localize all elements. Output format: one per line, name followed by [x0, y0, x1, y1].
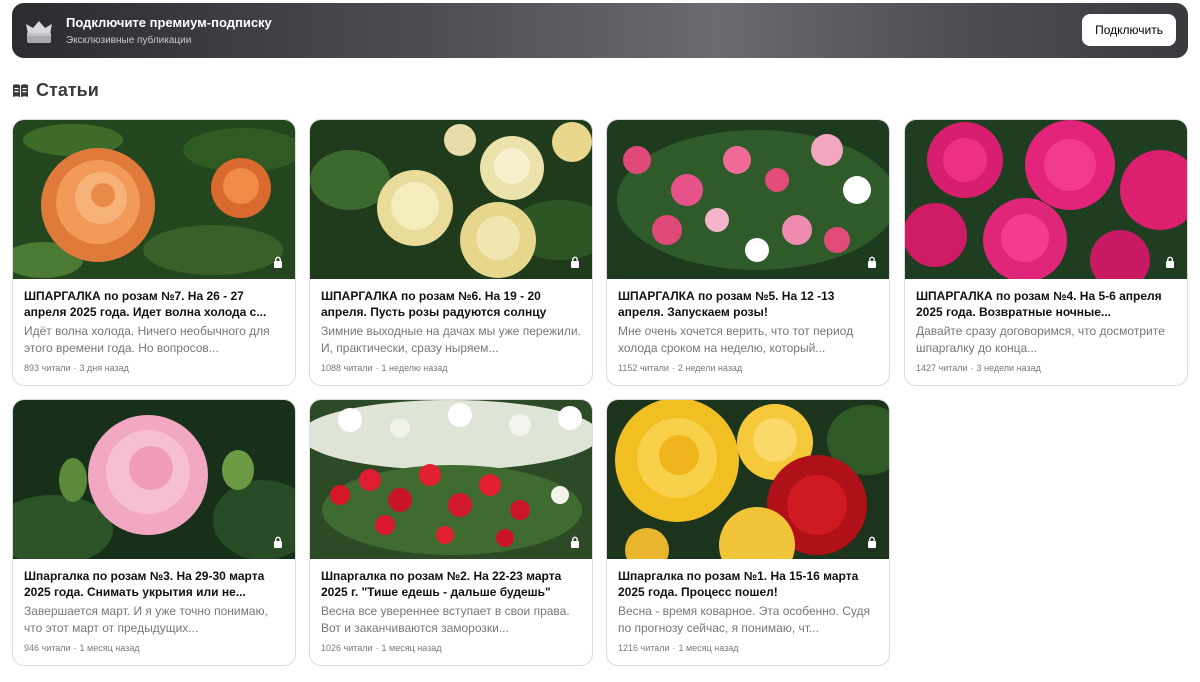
articles-icon [13, 84, 28, 97]
publish-age: 1 неделю назад [381, 363, 448, 373]
article-description: Зимние выходные на дачах мы уже пережили… [321, 324, 581, 355]
article-thumbnail[interactable] [13, 400, 295, 559]
article-description: Весна - время коварное. Эта особенно. Су… [618, 604, 870, 635]
article-meta: 1216 читали · 1 месяц назад [618, 643, 739, 653]
banner-subtitle: Эксклюзивные публикации [66, 35, 192, 46]
lock-icon [1166, 256, 1174, 268]
read-count: 946 читали [24, 643, 71, 653]
article-thumbnail[interactable] [607, 120, 889, 279]
article-description: Давайте сразу договоримся, что досмотрит… [916, 324, 1165, 355]
publish-age: 1 месяц назад [678, 643, 739, 653]
publish-age: 1 месяц назад [79, 643, 140, 653]
read-count: 1026 читали [321, 643, 373, 653]
article-card[interactable]: ШПАРГАЛКА по розам №6. На 19 - 20 апреля… [309, 119, 593, 386]
article-card[interactable]: Шпаргалка по розам №1. На 15-16 марта 20… [606, 399, 890, 666]
premium-crown-icon [26, 21, 52, 43]
publish-age: 2 недели назад [677, 363, 743, 373]
article-meta: 893 читали · 3 дня назад [24, 363, 129, 373]
article-title[interactable]: ШПАРГАЛКА по розам №6. На 19 - 20 апреля… [321, 288, 583, 320]
article-description: Идёт волна холода. Ничего необычного для… [24, 324, 270, 355]
article-card[interactable]: Шпаргалка по розам №3. На 29-30 марта 20… [12, 399, 296, 666]
article-meta: 1088 читали · 1 неделю назад [321, 363, 448, 373]
lock-icon [571, 256, 579, 268]
article-card[interactable]: ШПАРГАЛКА по розам №4. На 5-6 апреля 202… [904, 119, 1188, 386]
section-header: Статьи [12, 80, 99, 101]
subscribe-button[interactable]: Подключить [1082, 14, 1176, 46]
read-count: 1216 читали [618, 643, 670, 653]
article-title[interactable]: Шпаргалка по розам №1. На 15-16 марта 20… [618, 568, 880, 600]
lock-icon [571, 536, 579, 548]
read-count: 1152 читали [618, 363, 669, 373]
publish-age: 1 месяц назад [381, 643, 442, 653]
article-thumbnail[interactable] [905, 120, 1187, 279]
article-thumbnail[interactable] [310, 120, 592, 279]
article-description: Завершается март. И я уже точно понимаю,… [24, 604, 268, 635]
article-title[interactable]: Шпаргалка по розам №2. На 22-23 марта 20… [321, 568, 583, 600]
article-title[interactable]: Шпаргалка по розам №3. На 29-30 марта 20… [24, 568, 286, 600]
article-meta: 1427 читали · 3 недели назад [916, 363, 1041, 373]
lock-icon [274, 536, 282, 548]
article-meta: 946 читали · 1 месяц назад [24, 643, 140, 653]
read-count: 1088 читали [321, 363, 373, 373]
article-meta: 1026 читали · 1 месяц назад [321, 643, 442, 653]
publish-age: 3 дня назад [79, 363, 129, 373]
banner-title: Подключите премиум-подписку [66, 15, 272, 30]
article-card[interactable]: ШПАРГАЛКА по розам №7. На 26 - 27 апреля… [12, 119, 296, 386]
section-title: Статьи [36, 80, 99, 100]
article-thumbnail[interactable] [13, 120, 295, 279]
lock-icon [868, 256, 876, 268]
article-title[interactable]: ШПАРГАЛКА по розам №4. На 5-6 апреля 202… [916, 288, 1178, 320]
article-title[interactable]: ШПАРГАЛКА по розам №5. На 12 -13 апреля.… [618, 288, 880, 320]
read-count: 893 читали [24, 363, 71, 373]
lock-icon [274, 256, 282, 268]
premium-banner: Подключите премиум-подписку Эксклюзивные… [12, 3, 1188, 58]
publish-age: 3 недели назад [976, 363, 1041, 373]
article-card[interactable]: Шпаргалка по розам №2. На 22-23 марта 20… [309, 399, 593, 666]
article-card[interactable]: ШПАРГАЛКА по розам №5. На 12 -13 апреля.… [606, 119, 890, 386]
article-thumbnail[interactable] [607, 400, 889, 559]
article-description: Мне очень хочется верить, что тот период… [618, 324, 854, 355]
article-description: Весна все увереннее вступает в свои прав… [321, 604, 570, 635]
article-thumbnail[interactable] [310, 400, 592, 559]
article-title[interactable]: ШПАРГАЛКА по розам №7. На 26 - 27 апреля… [24, 288, 286, 320]
lock-icon [868, 536, 876, 548]
article-meta: 1152 читали · 2 недели назад [618, 363, 743, 373]
read-count: 1427 читали [916, 363, 968, 373]
